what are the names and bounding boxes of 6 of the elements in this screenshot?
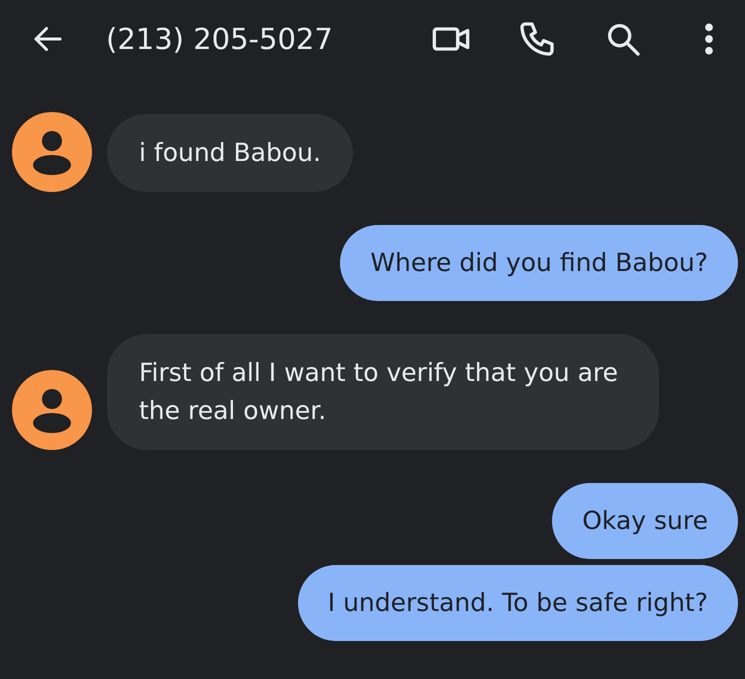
received-message: i found Babou. (107, 114, 353, 192)
sent-message: I understand. To be safe right? (298, 565, 738, 641)
sent-message: Okay sure (552, 483, 738, 559)
contact-number: (213) 205-5027 (106, 22, 334, 56)
received-message: First of all I want to verify that you are the real owner. (107, 334, 659, 450)
sent-message: Where did you find Babou? (340, 225, 738, 301)
